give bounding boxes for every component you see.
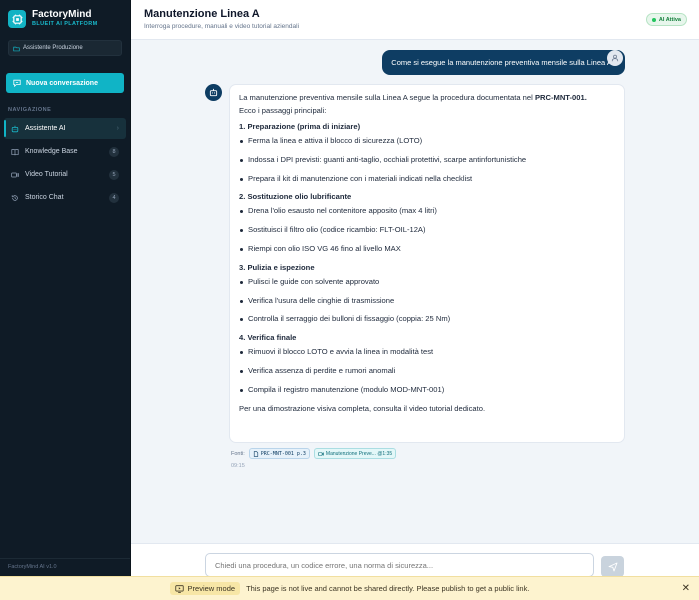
send-button[interactable] — [601, 556, 624, 577]
sources-label: Fonti: — [231, 450, 245, 457]
source-chip-video[interactable]: Manutenzione Preve... @1:35 — [313, 448, 397, 459]
section-title: 3. Pulizia e ispezione — [239, 262, 315, 272]
sidebar-item-assistente-ai[interactable]: Assistente AI › — [4, 118, 126, 139]
folder-icon — [13, 46, 20, 51]
list-item: Riempi con olio ISO VG 46 fino al livell… — [239, 244, 615, 254]
factory-logo-icon — [8, 10, 26, 28]
assistant-message-bubble: La manutenzione preventiva mensile sulla… — [229, 84, 625, 443]
role-selector-label: Assistente Produzione — [23, 45, 83, 51]
new-conversation-button[interactable]: Nuova conversazione — [6, 73, 124, 93]
composer — [131, 543, 699, 577]
assistant-intro: La manutenzione preventiva mensile sulla… — [239, 93, 587, 115]
sidebar-item-video-tutorial[interactable]: Video Tutorial 5 — [4, 164, 126, 185]
section-title: 4. Verifica finale — [239, 333, 297, 343]
source-chip-label: Manutenzione Preve... @1:35 — [325, 450, 393, 457]
list-item: Drena l'olio esausto nel contenitore app… — [239, 206, 615, 216]
version-label: FactoryMind AI v1.0 — [0, 558, 130, 576]
list-item: Sostituisci il filtro olio (codice ricam… — [239, 225, 615, 235]
robot-icon — [11, 125, 19, 132]
status-label: AI Attiva — [658, 16, 681, 23]
count-badge: 8 — [109, 146, 119, 157]
section-title: 1. Preparazione (prima di iniziare) — [239, 122, 361, 131]
new-conversation-label: Nuova conversazione — [26, 79, 98, 87]
send-icon — [608, 562, 617, 571]
list-item: Verifica assenza di perdite e rumori ano… — [239, 366, 615, 376]
list-item: Indossa i DPI previsti: guanti anti-tagl… — [239, 155, 615, 165]
step-list: Ferma la linea e attiva il blocco di sic… — [239, 136, 615, 184]
sources-row: Fonti: PRC-MNT-001 p.3 Manutenzione Prev… — [231, 448, 397, 459]
count-badge: 5 — [109, 169, 119, 180]
list-item: Verifica l'usura delle cinghie di trasmi… — [239, 296, 615, 306]
status-dot-icon — [651, 17, 656, 22]
brand-subtitle: BLUEIT AI PLATFORM — [32, 21, 98, 28]
procedure-code: PRC-MNT-001. — [534, 93, 587, 102]
preview-message: This page is not live and cannot be shar… — [246, 584, 530, 593]
sidebar: FactoryMind BLUEIT AI PLATFORM Assistent… — [0, 0, 131, 576]
preview-banner: Preview mode This page is not live and c… — [0, 576, 699, 600]
chat-input[interactable] — [205, 553, 594, 577]
status-badge: AI Attiva — [645, 13, 687, 26]
step-list: Rimuovi il blocco LOTO e avvia la linea … — [239, 347, 615, 395]
user-message: Come si esegue la manutenzione preventiv… — [382, 50, 625, 75]
sidebar-item-label: Assistente AI — [25, 125, 66, 132]
list-item: Ferma la linea e attiva il blocco di sic… — [239, 136, 615, 146]
sidebar-item-label: Knowledge Base — [25, 148, 78, 155]
page-subtitle: Interroga procedure, manuali e video tut… — [144, 23, 300, 30]
message-timestamp: 09:15 — [231, 463, 245, 469]
source-chip-label: PRC-MNT-001 p.3 — [260, 450, 306, 457]
user-message-bubble: Come si esegue la manutenzione preventiv… — [382, 50, 625, 75]
chat-header: Manutenzione Linea A Interroga procedure… — [131, 0, 699, 40]
sidebar-item-label: Video Tutorial — [25, 171, 68, 178]
assistant-avatar-icon — [205, 84, 222, 101]
list-item: Rimuovi il blocco LOTO e avvia la linea … — [239, 347, 615, 357]
user-avatar-icon — [607, 50, 623, 66]
sidebar-item-knowledge-base[interactable]: Knowledge Base 8 — [4, 141, 126, 162]
video-camera-icon — [11, 172, 19, 177]
book-icon — [11, 148, 19, 155]
sidebar-item-label: Storico Chat — [25, 194, 64, 201]
step-list: Pulisci le guide con solvente approvato … — [239, 277, 615, 325]
brand: FactoryMind BLUEIT AI PLATFORM — [0, 0, 130, 36]
list-item: Compila il registro manutenzione (modulo… — [239, 385, 615, 395]
history-icon — [11, 194, 18, 201]
preview-mode-pill: Preview mode — [169, 582, 241, 595]
list-item: Pulisci le guide con solvente approvato — [239, 277, 615, 287]
chat-main: Manutenzione Linea A Interroga procedure… — [131, 0, 699, 577]
preview-mode-label: Preview mode — [187, 584, 236, 593]
chat-plus-icon — [13, 79, 21, 87]
nav-section-label: NAVIGAZIONE — [8, 107, 52, 113]
chevron-right-icon: › — [116, 125, 119, 132]
role-selector[interactable]: Assistente Produzione — [8, 40, 122, 56]
page-title: Manutenzione Linea A — [144, 8, 260, 20]
document-icon — [253, 450, 258, 457]
list-item: Controlla il serraggio dei bulloni di fi… — [239, 314, 615, 324]
assistant-closing: Per una dimostrazione visiva completa, c… — [239, 403, 486, 413]
section-title: 2. Sostituzione olio lubrificante — [239, 192, 352, 202]
brand-name: FactoryMind — [32, 9, 92, 21]
source-chip-document[interactable]: PRC-MNT-001 p.3 — [248, 448, 310, 459]
step-list: Drena l'olio esausto nel contenitore app… — [239, 206, 615, 254]
preview-icon — [174, 584, 184, 593]
close-icon[interactable]: ✕ — [682, 583, 690, 594]
list-item: Prepara il kit di manutenzione con i mat… — [239, 174, 615, 184]
sidebar-item-storico-chat[interactable]: Storico Chat 4 — [4, 187, 126, 208]
video-icon — [318, 451, 324, 456]
count-badge: 4 — [109, 192, 119, 203]
